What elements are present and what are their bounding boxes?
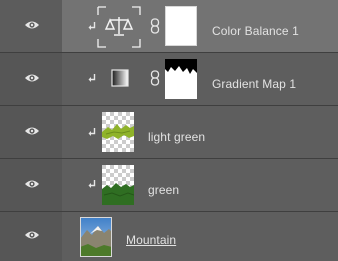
layer-row-color-balance[interactable]: Color Balance 1: [0, 0, 338, 52]
layer-name[interactable]: light green: [148, 130, 205, 144]
transparent-thumbnail[interactable]: [102, 165, 134, 205]
photo-thumbnail[interactable]: [80, 217, 112, 257]
visibility-toggle[interactable]: [0, 0, 62, 52]
chain-link-icon[interactable]: [150, 70, 160, 86]
layer-row-light-green[interactable]: light green: [0, 106, 338, 158]
layer-name[interactable]: Color Balance 1: [212, 24, 299, 38]
layer-row-gradient-map[interactable]: Gradient Map 1: [0, 53, 338, 105]
chain-link-icon[interactable]: [150, 18, 160, 34]
layer-row-green[interactable]: green: [0, 159, 338, 211]
eye-icon[interactable]: [24, 229, 40, 241]
transparent-thumbnail[interactable]: [102, 112, 134, 152]
clipping-arrow-icon: [88, 22, 96, 30]
layer-name[interactable]: green: [148, 183, 179, 197]
eye-icon[interactable]: [24, 19, 40, 31]
visibility-toggle[interactable]: [0, 159, 62, 211]
visibility-toggle[interactable]: [0, 212, 62, 261]
layer-mask-thumbnail[interactable]: [165, 59, 197, 99]
gradient-map-icon: [111, 69, 129, 87]
eye-icon[interactable]: [24, 72, 40, 84]
visibility-toggle[interactable]: [0, 106, 62, 158]
balance-scale-icon: [97, 6, 141, 48]
layer-row-mountain[interactable]: Mountain: [0, 212, 338, 261]
clipping-arrow-icon: [88, 74, 96, 82]
clipping-arrow-icon: [88, 128, 96, 136]
layer-name[interactable]: Gradient Map 1: [212, 77, 296, 91]
eye-icon[interactable]: [24, 178, 40, 190]
layers-panel: Color Balance 1 Gradient Map 1 light gre…: [0, 0, 338, 261]
eye-icon[interactable]: [24, 125, 40, 137]
clipping-arrow-icon: [88, 180, 96, 188]
layer-mask-thumbnail[interactable]: [165, 6, 197, 46]
layer-name[interactable]: Mountain: [126, 233, 176, 247]
visibility-toggle[interactable]: [0, 53, 62, 105]
